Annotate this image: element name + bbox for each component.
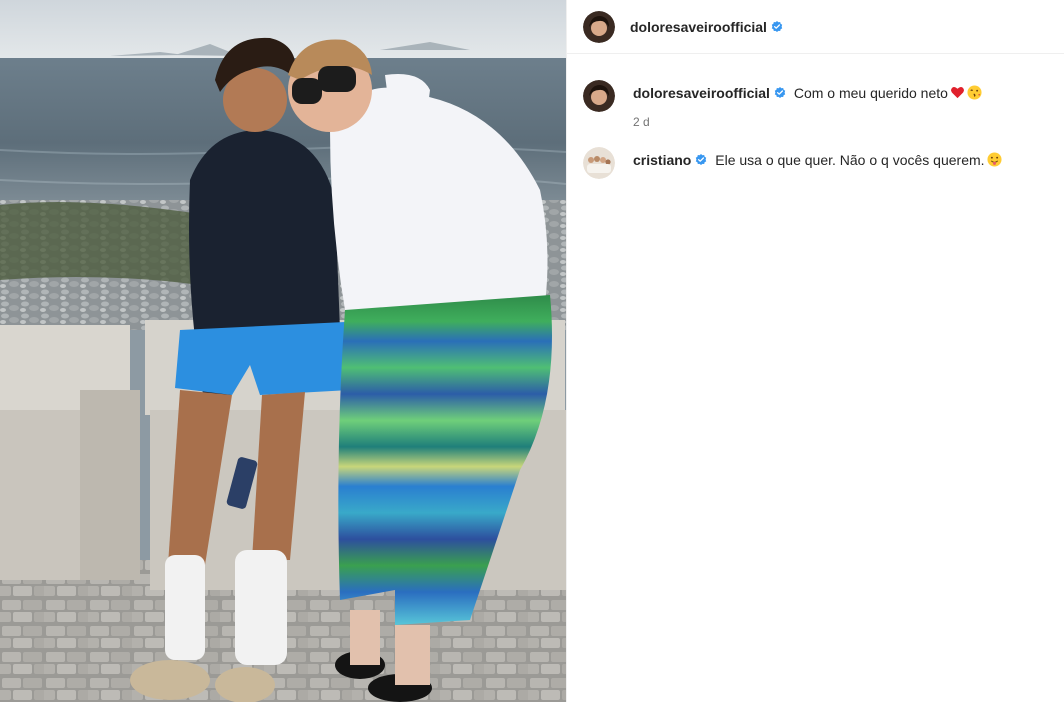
caption-body: doloresaveiroofficial Com o meu querido … xyxy=(633,78,982,131)
comments-list: doloresaveiroofficial Com o meu querido … xyxy=(567,54,1064,179)
comment-item: cristiano Ele usa o que quer. Não o q vo… xyxy=(583,145,1048,179)
verified-badge-icon xyxy=(771,20,783,33)
caption-author-avatar[interactable] xyxy=(583,80,615,112)
comment-username[interactable]: cristiano xyxy=(633,152,691,168)
caption-comment: doloresaveiroofficial Com o meu querido … xyxy=(583,78,1048,131)
comment-text: Ele usa o que quer. Não o q vocês querem… xyxy=(715,152,985,168)
post-header: doloresaveiroofficial xyxy=(567,0,1064,54)
caption-username[interactable]: doloresaveiroofficial xyxy=(633,85,770,101)
author-username[interactable]: doloresaveiroofficial xyxy=(630,19,767,35)
caption-text: Com o meu querido neto xyxy=(793,85,948,101)
comment-body: cristiano Ele usa o que quer. Não o q vo… xyxy=(633,145,1002,169)
red-heart-icon xyxy=(950,85,965,100)
verified-badge-icon xyxy=(774,87,786,99)
post-photo[interactable] xyxy=(0,0,566,702)
author-avatar[interactable] xyxy=(583,10,615,43)
caption-timestamp[interactable]: 2 d xyxy=(633,113,982,131)
commenter-avatar[interactable] xyxy=(583,147,615,179)
winking-kiss-face-icon xyxy=(967,85,982,100)
tongue-face-icon xyxy=(987,152,1002,167)
photo-image xyxy=(0,0,566,702)
post-details-panel: doloresaveiroofficial doloresaveirooffic… xyxy=(566,0,1064,702)
verified-badge-icon xyxy=(695,154,707,166)
